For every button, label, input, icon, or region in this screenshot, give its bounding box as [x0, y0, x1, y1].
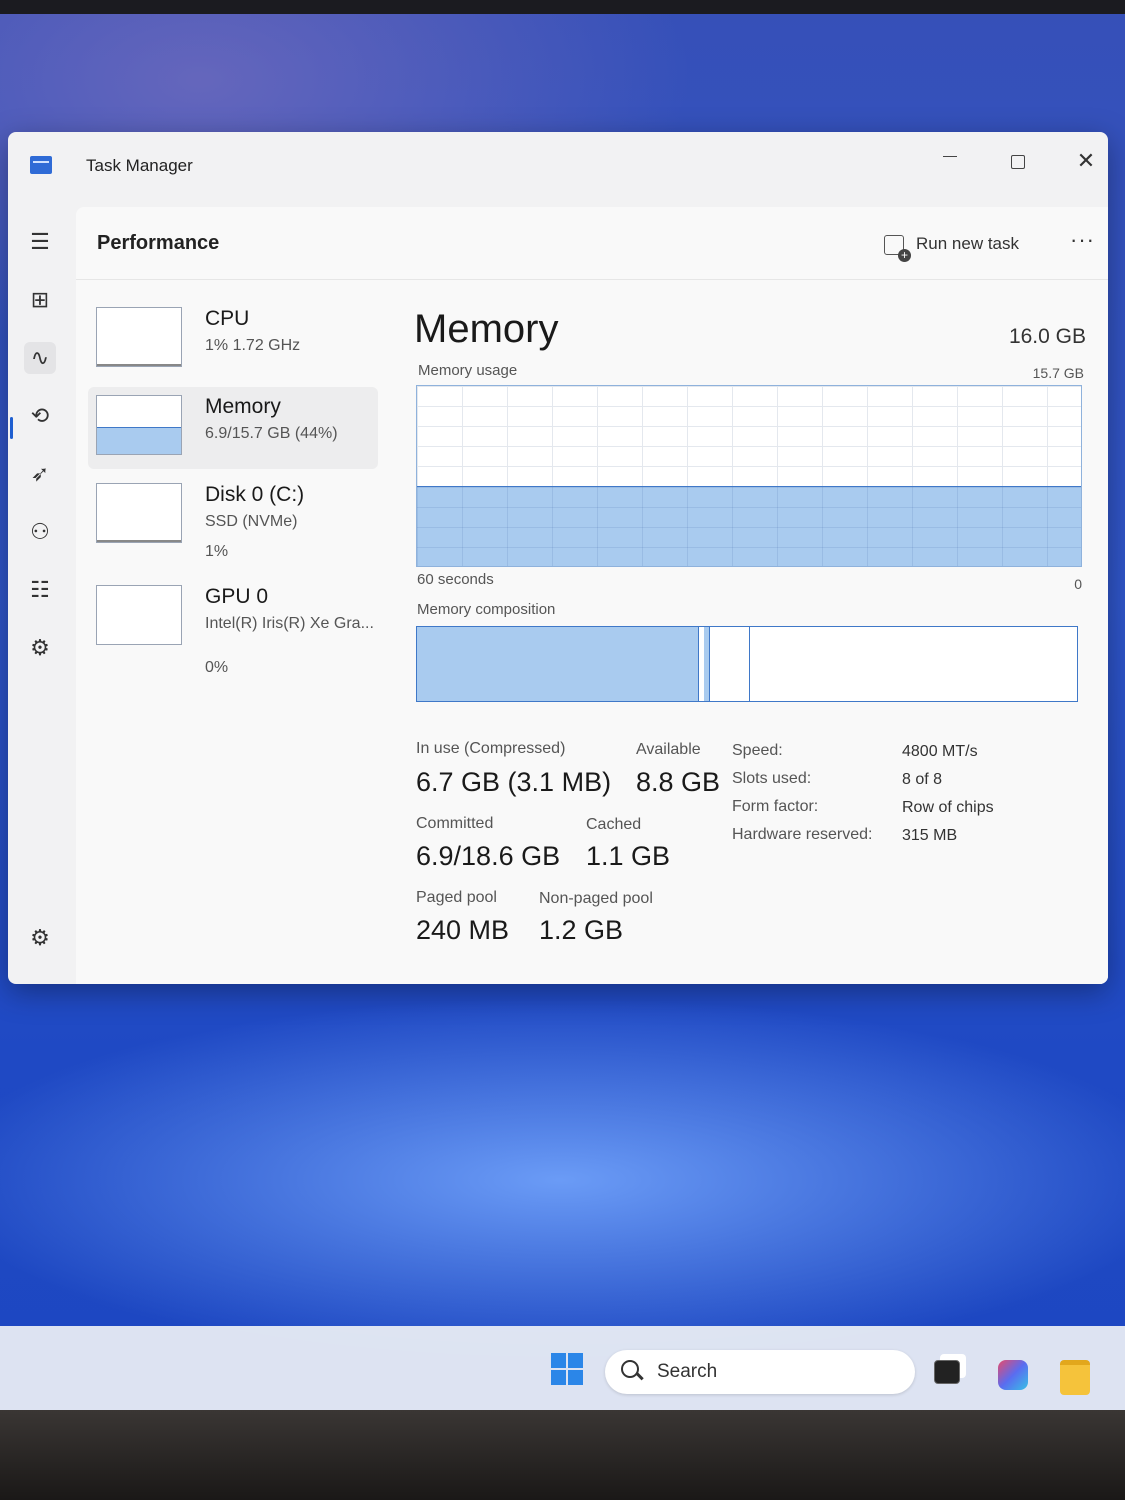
start-windows-icon[interactable]	[551, 1353, 583, 1385]
cached-label: Cached	[586, 816, 642, 833]
app-history-icon[interactable]: ⟲	[24, 400, 56, 432]
spec-value-hardware-reserved: 315 MB	[902, 827, 958, 844]
paged-pool-label: Paged pool	[416, 889, 497, 906]
resource-detail: 1% 1.72 GHz	[205, 337, 301, 354]
resource-item-disk[interactable]: Disk 0 (C:) SSD (NVMe) 1%	[88, 475, 378, 560]
title-bar[interactable]: Task Manager ✕	[8, 132, 1108, 202]
navigation-rail: ☰ ⊞ ∿ ⟲ ➶ ⚇ ☷ ⚙ ⚙	[8, 202, 74, 984]
page-title: Performance	[97, 232, 220, 254]
minimize-button[interactable]	[926, 144, 974, 178]
task-manager-window: Task Manager ✕ ☰ ⊞ ∿ ⟲ ➶ ⚇ ☷ ⚙ ⚙ Perform…	[8, 132, 1108, 984]
spec-label-speed: Speed:	[732, 742, 783, 759]
monitor-bezel-bottom	[0, 1410, 1125, 1500]
close-icon: ✕	[1076, 148, 1096, 173]
task-view-icon[interactable]	[934, 1360, 960, 1384]
memory-thumbnail-graph	[96, 395, 182, 455]
search-icon	[621, 1360, 639, 1378]
resource-usage: 1%	[205, 543, 229, 560]
hamburger-menu-icon[interactable]: ☰	[24, 226, 56, 258]
committed-label: Committed	[416, 815, 494, 832]
taskbar-search-box[interactable]: Search	[605, 1350, 915, 1394]
graph-time-span: 60 seconds	[417, 571, 494, 588]
memory-composition-bar	[416, 626, 1078, 702]
file-explorer-icon[interactable]	[1060, 1360, 1090, 1395]
close-button[interactable]: ✕	[1062, 144, 1108, 178]
task-manager-app-icon	[30, 156, 52, 174]
minimize-icon	[943, 155, 957, 157]
details-icon[interactable]: ☷	[24, 574, 56, 606]
resource-name: CPU	[205, 307, 250, 330]
memory-usage-label: Memory usage	[418, 362, 518, 379]
resource-name: Memory	[205, 395, 281, 418]
committed-value: 6.9/18.6 GB	[416, 841, 561, 871]
in-use-label: In use (Compressed)	[416, 740, 566, 757]
memory-composition-label: Memory composition	[417, 601, 556, 618]
maximize-icon	[1011, 155, 1025, 170]
spec-value-speed: 4800 MT/s	[902, 743, 978, 760]
users-icon[interactable]: ⚇	[24, 516, 56, 548]
non-paged-pool-label: Non-paged pool	[539, 890, 653, 907]
resource-name: Disk 0 (C:)	[205, 483, 305, 506]
processes-icon[interactable]: ⊞	[24, 284, 56, 316]
available-value: 8.8 GB	[636, 767, 721, 797]
resource-usage: 0%	[205, 659, 229, 676]
taskbar: Search	[0, 1326, 1125, 1410]
content-header: Performance Run new task ···	[76, 207, 1108, 280]
resource-name: GPU 0	[205, 585, 269, 608]
graph-time-end: 0	[1074, 576, 1082, 592]
spec-label-slots: Slots used:	[732, 770, 812, 787]
spec-label-form-factor: Form factor:	[732, 798, 819, 815]
available-label: Available	[636, 741, 701, 758]
resource-item-gpu[interactable]: GPU 0 Intel(R) Iris(R) Xe Gra... 0%	[88, 577, 378, 676]
memory-usage-fill	[417, 485, 1081, 566]
run-task-icon	[884, 234, 911, 262]
spec-value-form-factor: Row of chips	[902, 799, 994, 816]
run-new-task-button[interactable]: Run new task	[884, 229, 1019, 262]
composition-standby	[709, 627, 750, 701]
resource-item-memory[interactable]: Memory 6.9/15.7 GB (44%)	[88, 387, 378, 469]
performance-icon[interactable]: ∿	[24, 342, 56, 374]
run-new-task-label: Run new task	[916, 234, 1019, 253]
spec-value-slots: 8 of 8	[902, 771, 943, 788]
more-options-button[interactable]: ···	[1070, 227, 1095, 253]
settings-icon[interactable]: ⚙	[24, 922, 56, 954]
memory-total: 16.0 GB	[1008, 325, 1086, 348]
window-title: Task Manager	[86, 156, 193, 175]
disk-thumbnail-graph	[96, 483, 182, 543]
services-icon[interactable]: ⚙	[24, 632, 56, 664]
composition-in-use	[417, 627, 699, 701]
resource-item-cpu[interactable]: CPU 1% 1.72 GHz	[88, 299, 378, 381]
non-paged-pool-value: 1.2 GB	[539, 915, 624, 945]
resource-detail: Intel(R) Iris(R) Xe Gra...	[205, 615, 374, 632]
resource-detail: SSD (NVMe)	[205, 513, 298, 530]
memory-heading: Memory	[414, 307, 559, 351]
memory-usage-graph	[416, 385, 1082, 567]
spec-label-hardware-reserved: Hardware reserved:	[732, 826, 873, 843]
performance-content: Performance Run new task ··· CPU 1% 1.72…	[76, 207, 1108, 984]
cached-value: 1.1 GB	[586, 841, 671, 871]
cpu-thumbnail-graph	[96, 307, 182, 367]
monitor-bezel-top	[0, 0, 1125, 14]
in-use-value: 6.7 GB (3.1 MB)	[416, 767, 612, 797]
search-placeholder: Search	[657, 1361, 718, 1382]
microsoft-365-icon[interactable]	[998, 1360, 1028, 1390]
startup-apps-icon[interactable]: ➶	[24, 458, 56, 490]
paged-pool-value: 240 MB	[416, 915, 510, 945]
nav-selection-indicator	[10, 417, 13, 439]
resource-detail: 6.9/15.7 GB (44%)	[205, 425, 338, 442]
memory-usage-max: 15.7 GB	[1032, 365, 1084, 381]
maximize-button[interactable]	[994, 144, 1042, 178]
gpu-thumbnail-graph	[96, 585, 182, 645]
